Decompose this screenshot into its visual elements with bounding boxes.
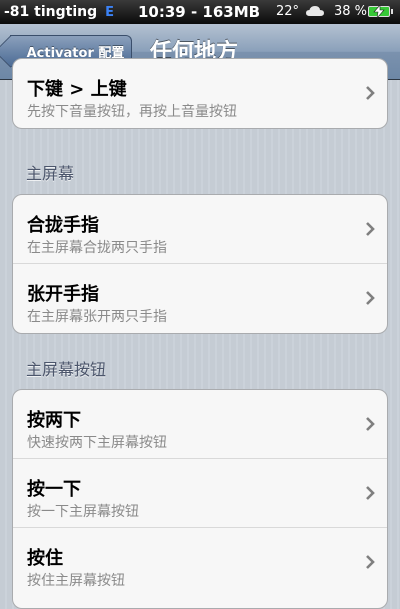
list-item-double-press[interactable]: 按两下 快速按两下主屏幕按钮: [13, 390, 387, 459]
list-item-pinch-out[interactable]: 张开手指 在主屏幕张开两只手指: [13, 264, 387, 333]
list-item-subtitle: 按住主屏幕按钮: [27, 573, 125, 589]
list-item-subtitle: 在主屏幕合拢两只手指: [27, 240, 167, 256]
list-item-hold[interactable]: 按住 按住主屏幕按钮: [13, 528, 387, 597]
chevron-right-icon: [366, 555, 375, 569]
list-item-subtitle: 先按下音量按钮，再按上音量按钮: [27, 104, 237, 120]
carrier-label: -81 tingting: [4, 4, 98, 20]
chevron-right-icon: [366, 486, 375, 500]
temperature-label: 22°: [276, 4, 300, 19]
chevron-right-icon: [366, 291, 375, 305]
section-header-home-screen: 主屏幕: [26, 164, 75, 183]
list-item-title: 按一下: [27, 479, 81, 500]
volume-buttons-group: 下键 > 上键 先按下音量按钮，再按上音量按钮: [12, 58, 388, 129]
chevron-right-icon: [366, 417, 375, 431]
list-item-subtitle: 在主屏幕张开两只手指: [27, 309, 167, 325]
home-button-group: 按两下 快速按两下主屏幕按钮 按一下 按一下主屏幕按钮 按住 按住主屏幕按钮: [12, 389, 388, 609]
status-bar: -81 tingting E 10:39 - 163MB 22° 38 %: [0, 0, 400, 24]
list-item-pinch-in[interactable]: 合拢手指 在主屏幕合拢两只手指: [13, 195, 387, 264]
list-item-title: 按两下: [27, 410, 81, 431]
cloud-icon: [306, 6, 324, 16]
battery-percent-label: 38 %: [334, 4, 368, 19]
list-item-subtitle: 快速按两下主屏幕按钮: [27, 435, 167, 451]
time-label: 10:39 - 163MB: [138, 3, 261, 21]
edge-network-icon: E: [105, 4, 115, 20]
list-item-title: 张开手指: [27, 284, 99, 305]
chevron-right-icon: [366, 222, 375, 236]
list-item-single-press[interactable]: 按一下 按一下主屏幕按钮: [13, 459, 387, 528]
section-header-home-button: 主屏幕按钮: [26, 360, 107, 379]
list-item-title: 下键 > 上键: [27, 79, 127, 100]
chevron-right-icon: [366, 86, 375, 100]
list-item-subtitle: 按一下主屏幕按钮: [27, 504, 139, 520]
charging-bolt-icon: [373, 5, 385, 18]
list-item-title: 按住: [27, 548, 63, 569]
list-item-title: 合拢手指: [27, 215, 99, 236]
list-item-volume-down-up[interactable]: 下键 > 上键 先按下音量按钮，再按上音量按钮: [13, 59, 387, 128]
home-screen-group: 合拢手指 在主屏幕合拢两只手指 张开手指 在主屏幕张开两只手指: [12, 194, 388, 334]
